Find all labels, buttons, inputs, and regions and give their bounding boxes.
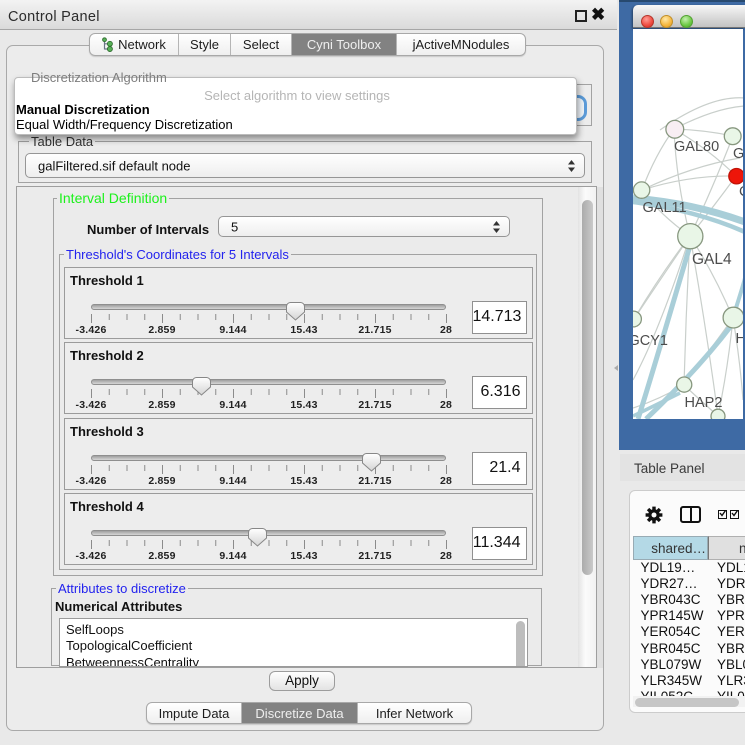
svg-text:GA: GA <box>733 146 743 162</box>
svg-text:GAL80: GAL80 <box>674 139 719 155</box>
svg-text:GAL11: GAL11 <box>643 200 687 216</box>
svg-text:H: H <box>736 331 744 347</box>
svg-text:C: C <box>739 184 743 200</box>
svg-text:HAP2: HAP2 <box>685 395 723 411</box>
svg-text:GCY1: GCY1 <box>633 333 668 349</box>
svg-text:GAL4: GAL4 <box>692 251 732 268</box>
